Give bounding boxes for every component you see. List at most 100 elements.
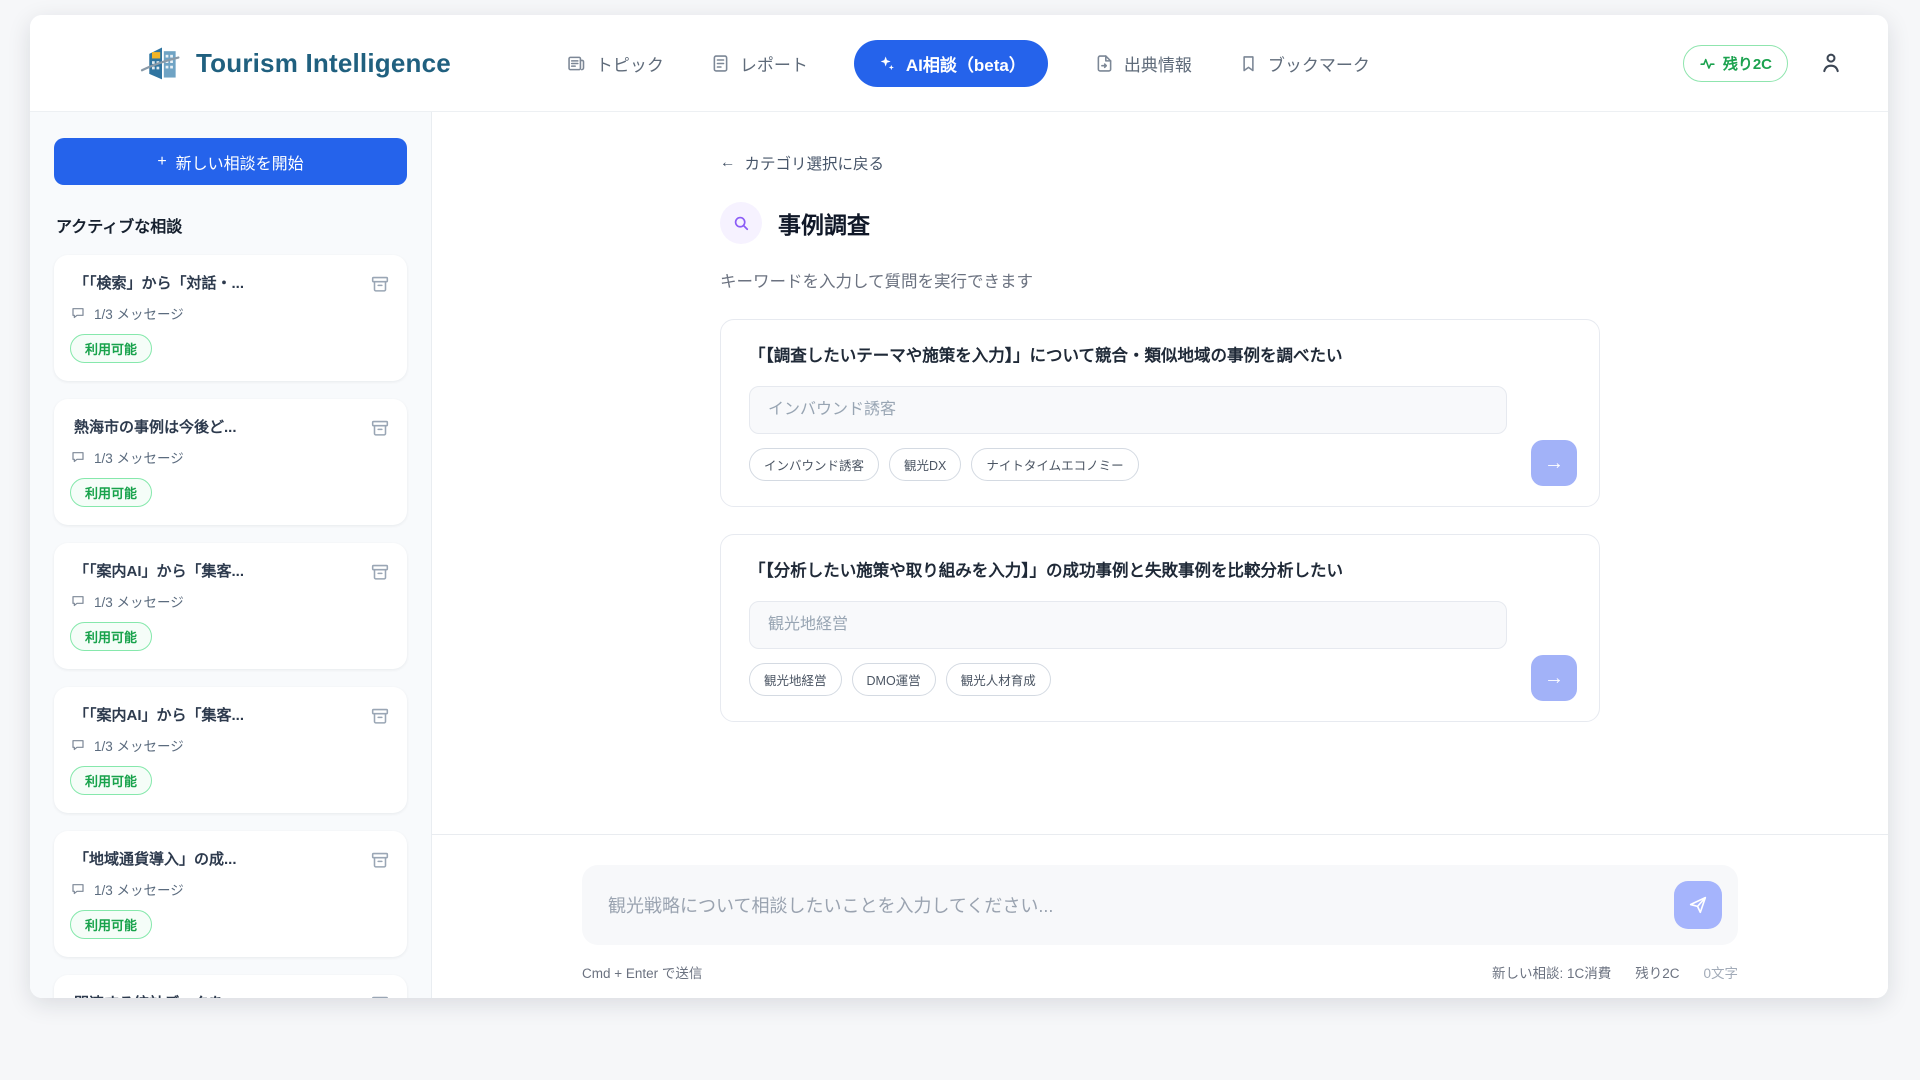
archive-icon[interactable] [369, 849, 391, 871]
source-doc-icon [1094, 53, 1115, 74]
back-to-categories-link[interactable]: ← カテゴリ選択に戻る [720, 152, 884, 174]
conversation-title: 関連する統計データを... [70, 993, 359, 998]
active-consultations-heading: アクティブな相談 [56, 213, 405, 237]
new-consultation-label: 新しい相談を開始 [176, 150, 304, 174]
bookmark-icon [1238, 53, 1259, 74]
credits-remaining: 残り2C [1635, 962, 1679, 982]
main-panel: ← カテゴリ選択に戻る 事例調査 キーワードを入力して質問を実行できます [432, 112, 1888, 998]
conversation-card[interactable]: 「「案内AI」から「集客... 1/3 メッセージ 利用可能 [54, 543, 407, 669]
chat-bubble-icon [70, 305, 86, 321]
char-count: 0文字 [1703, 962, 1738, 982]
consultation-cost: 新しい相談: 1C消費 [1492, 962, 1611, 982]
search-icon [731, 213, 751, 233]
nav-topics-label: トピック [596, 51, 664, 76]
prompt-submit-button[interactable]: → [1531, 440, 1577, 486]
prompt-title: 「【調査したいテーマや施策を入力】」について競合・類似地域の事例を調べたい [749, 345, 1571, 368]
conversation-title: 熱海市の事例は今後ど... [70, 417, 359, 439]
archive-icon[interactable] [369, 705, 391, 727]
back-label: カテゴリ選択に戻る [745, 152, 885, 174]
conversation-card[interactable]: 「地域通貨導入」の成... 1/3 メッセージ 利用可能 [54, 831, 407, 957]
nav-sources[interactable]: 出典情報 [1094, 51, 1192, 76]
document-icon [710, 53, 731, 74]
suggestion-chip[interactable]: 観光DX [889, 448, 961, 481]
composer-divider [432, 834, 1888, 835]
user-menu-button[interactable] [1818, 50, 1844, 76]
conversation-title: 「「案内AI」から「集客... [70, 561, 359, 583]
status-badge: 利用可能 [70, 334, 152, 363]
prompt-title: 「【分析したい施策や取り組みを入力】」の成功事例と失敗事例を比較分析したい [749, 560, 1571, 583]
sparkles-icon [876, 53, 897, 74]
archive-icon[interactable] [369, 561, 391, 583]
plus-icon: + [157, 153, 166, 171]
conversation-card[interactable]: 「「検索」から「対話・... 1/3 メッセージ 利用可能 [54, 255, 407, 381]
status-badge: 利用可能 [70, 766, 152, 795]
message-count: 1/3 メッセージ [94, 879, 184, 899]
chat-bubble-icon [70, 737, 86, 753]
header: Tourism Intelligence トピック AI相談（beta） レポー… [30, 15, 1888, 112]
prompt-card: 「【分析したい施策や取り組みを入力】」の成功事例と失敗事例を比較分析したい 観光… [720, 534, 1600, 722]
paper-plane-icon [1687, 894, 1709, 916]
suggestion-chip[interactable]: 観光人材育成 [946, 663, 1051, 696]
archive-icon[interactable] [369, 417, 391, 439]
prompt-keyword-input[interactable] [749, 386, 1507, 434]
brand-building-icon [140, 43, 184, 83]
nav-ai-consult[interactable]: AI相談（beta） [854, 40, 1048, 87]
header-right: 残り2C [1683, 45, 1844, 82]
nav-sources-label: 出典情報 [1124, 51, 1192, 76]
suggestion-chip[interactable]: ナイトタイムエコノミー [971, 448, 1138, 481]
new-consultation-button[interactable]: + 新しい相談を開始 [54, 138, 407, 185]
category-title: 事例調査 [778, 206, 870, 240]
sidebar: + 新しい相談を開始 アクティブな相談 「「検索」から「対話・... 1/3 メ… [30, 112, 432, 998]
suggestion-chip[interactable]: インバウンド誘客 [749, 448, 879, 481]
category-subtitle: キーワードを入力して質問を実行できます [720, 268, 1600, 292]
suggestion-chips: インバウンド誘客 観光DX ナイトタイムエコノミー [749, 448, 1571, 481]
prompt-submit-button[interactable]: → [1531, 655, 1577, 701]
arrow-right-icon: → [1544, 452, 1564, 475]
message-count: 1/3 メッセージ [94, 735, 184, 755]
status-badge: 利用可能 [70, 478, 152, 507]
conversation-card[interactable]: 熱海市の事例は今後ど... 1/3 メッセージ 利用可能 [54, 399, 407, 525]
conversation-title: 「「案内AI」から「集客... [70, 705, 359, 727]
credits-badge-label: 残り2C [1723, 53, 1772, 74]
suggestion-chips: 観光地経営 DMO運営 観光人材育成 [749, 663, 1571, 696]
archive-icon[interactable] [369, 273, 391, 295]
prompt-card: 「【調査したいテーマや施策を入力】」について競合・類似地域の事例を調べたい イン… [720, 319, 1600, 507]
nav-reports-label: レポート [740, 51, 808, 76]
user-icon [1818, 50, 1844, 76]
nav-bookmarks[interactable]: ブックマーク [1238, 51, 1370, 76]
archive-icon[interactable] [369, 993, 391, 998]
chat-bubble-icon [70, 449, 86, 465]
prompt-keyword-input[interactable] [749, 601, 1507, 649]
brand-logo[interactable]: Tourism Intelligence [140, 43, 451, 83]
app-body: + 新しい相談を開始 アクティブな相談 「「検索」から「対話・... 1/3 メ… [30, 112, 1888, 998]
composer-area: Cmd + Enter で送信 新しい相談: 1C消費 残り2C 0文字 [432, 804, 1888, 998]
chat-bubble-icon [70, 593, 86, 609]
main-scroll: ← カテゴリ選択に戻る 事例調査 キーワードを入力して質問を実行できます [432, 112, 1888, 804]
conversation-title: 「地域通貨導入」の成... [70, 849, 359, 871]
message-count: 1/3 メッセージ [94, 303, 184, 323]
conversation-card[interactable]: 「「案内AI」から「集客... 1/3 メッセージ 利用可能 [54, 687, 407, 813]
category-icon-box [720, 202, 762, 244]
nav-bookmarks-label: ブックマーク [1268, 51, 1370, 76]
status-badge: 利用可能 [70, 910, 152, 939]
arrow-right-icon: → [1544, 667, 1564, 690]
nav-ai-consult-label: AI相談（beta） [906, 51, 1026, 76]
app-window: Tourism Intelligence トピック AI相談（beta） レポー… [30, 15, 1888, 998]
suggestion-chip[interactable]: DMO運営 [852, 663, 936, 696]
nav-topics[interactable]: トピック [566, 51, 664, 76]
message-count: 1/3 メッセージ [94, 591, 184, 611]
credits-badge[interactable]: 残り2C [1683, 45, 1788, 82]
conversation-title: 「「検索」から「対話・... [70, 273, 359, 295]
suggestion-chip[interactable]: 観光地経営 [749, 663, 842, 696]
nav-reports[interactable]: AI相談（beta） レポート [710, 51, 808, 76]
consultation-input[interactable] [582, 865, 1738, 945]
newspaper-icon [566, 53, 587, 74]
back-arrow-icon: ← [720, 154, 736, 172]
activity-icon [1699, 55, 1716, 72]
message-count: 1/3 メッセージ [94, 447, 184, 467]
send-button[interactable] [1674, 881, 1722, 929]
status-badge: 利用可能 [70, 622, 152, 651]
send-shortcut-hint: Cmd + Enter で送信 [582, 962, 702, 982]
chat-bubble-icon [70, 881, 86, 897]
conversation-card[interactable]: 関連する統計データを... 1/3 メッセージ [54, 975, 407, 998]
